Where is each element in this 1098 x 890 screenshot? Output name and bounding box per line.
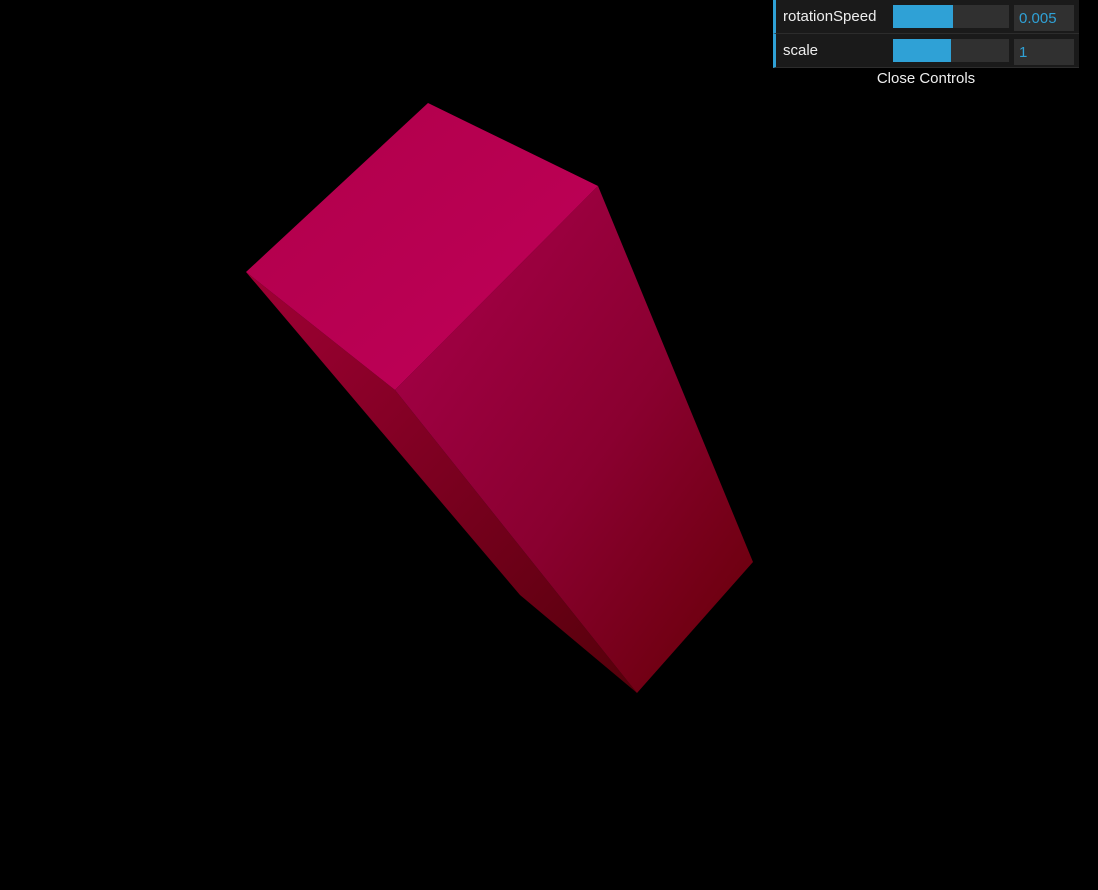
scale-slider[interactable] bbox=[893, 39, 1009, 62]
control-label-scale: scale bbox=[783, 42, 819, 59]
close-controls-button[interactable]: Close Controls bbox=[773, 68, 1079, 90]
control-row-rotation-speed: rotationSpeed bbox=[773, 0, 1079, 34]
scale-input[interactable] bbox=[1014, 39, 1074, 65]
3d-canvas[interactable] bbox=[0, 0, 1098, 890]
rotation-speed-slider[interactable] bbox=[893, 5, 1009, 28]
rotation-speed-slider-fill bbox=[893, 5, 954, 28]
scale-slider-fill bbox=[893, 39, 951, 62]
rotation-speed-input[interactable] bbox=[1014, 5, 1074, 31]
control-row-scale: scale bbox=[773, 34, 1079, 68]
controls-panel: rotationSpeed scale Close Controls bbox=[773, 0, 1079, 90]
control-label-rotation-speed: rotationSpeed bbox=[783, 8, 877, 25]
